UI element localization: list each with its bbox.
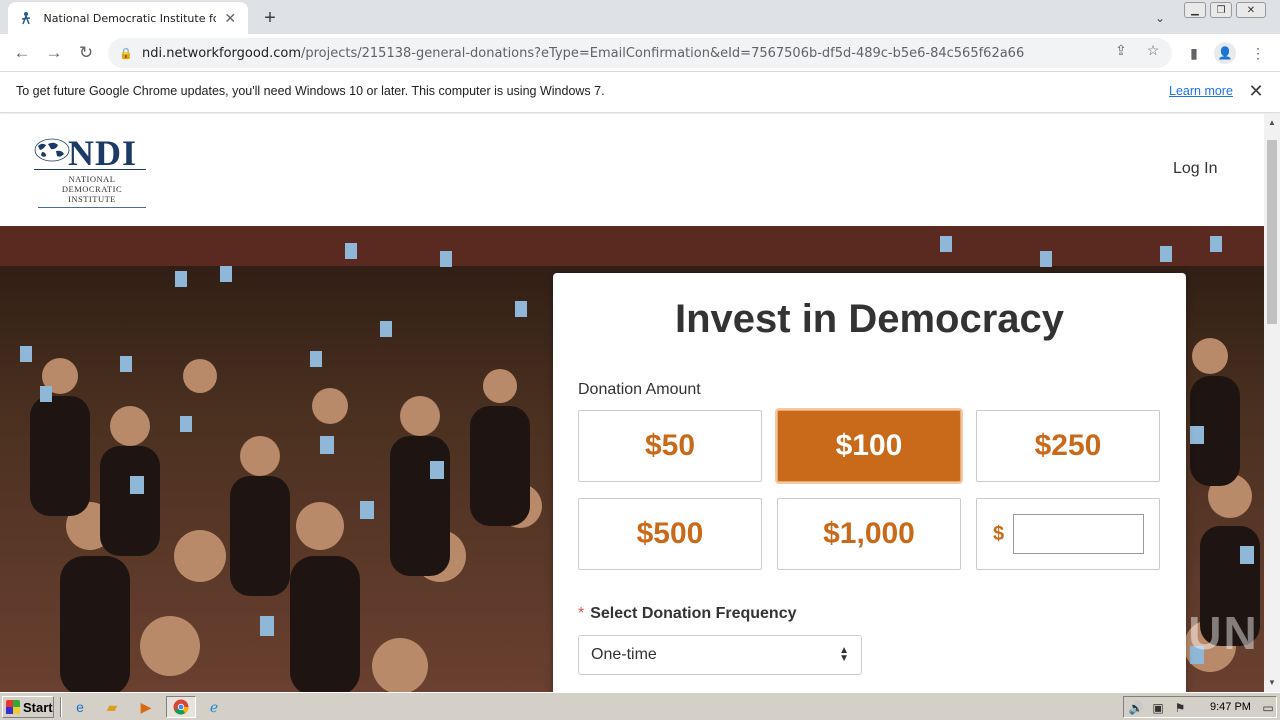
- frequency-label: * Select Donation Frequency: [578, 605, 797, 623]
- back-icon[interactable]: ←: [10, 41, 34, 65]
- web-page: NDI NATIONAL DEMOCRATIC INSTITUTE Log In: [0, 114, 1264, 692]
- volume-icon[interactable]: 🔊: [1128, 700, 1144, 716]
- url-text: ndi.networkforgood.com/projects/215138-g…: [142, 46, 1024, 61]
- bookmark-star-icon[interactable]: ☆: [1144, 41, 1162, 59]
- share-icon[interactable]: ⇪: [1112, 41, 1130, 59]
- ndi-logo[interactable]: NDI NATIONAL DEMOCRATIC INSTITUTE: [34, 132, 150, 212]
- scroll-up-icon[interactable]: ▲: [1268, 118, 1276, 127]
- tab-title: National Democratic Institute for Intern…: [43, 11, 217, 25]
- site-favicon-icon: [18, 10, 34, 26]
- url-host: ndi.networkforgood.com: [142, 45, 301, 61]
- close-tab-icon[interactable]: ✕: [222, 10, 238, 26]
- forward-icon[interactable]: →: [42, 41, 66, 65]
- infobar-message: To get future Google Chrome updates, you…: [16, 84, 605, 98]
- amount-50-button[interactable]: $50: [578, 410, 762, 482]
- logo-rule: [34, 169, 146, 170]
- learn-more-link[interactable]: Learn more: [1169, 84, 1233, 98]
- logo-underline: [38, 207, 146, 208]
- show-desktop-icon[interactable]: ▭: [1260, 700, 1276, 716]
- logo-line-3: INSTITUTE: [68, 194, 116, 204]
- login-link[interactable]: Log In: [1173, 160, 1217, 178]
- restore-button[interactable]: ❐: [1210, 2, 1232, 18]
- frequency-select[interactable]: One-time ▲ ▼: [578, 635, 862, 675]
- windows-taskbar: Start e ▰ ▶ ℯ 🔊 ▣ ⚑ 9:47 PM ▭: [0, 692, 1280, 720]
- action-center-flag-icon[interactable]: ⚑: [1172, 700, 1188, 716]
- system-tray: 🔊 ▣ ⚑ 9:47 PM ▭: [1123, 696, 1277, 718]
- taskbar-separator: [60, 697, 62, 717]
- custom-amount-input[interactable]: [1013, 514, 1144, 554]
- minimize-button[interactable]: ▁: [1184, 2, 1206, 18]
- donation-amount-label: Donation Amount: [578, 381, 701, 398]
- network-icon[interactable]: ▣: [1150, 700, 1166, 716]
- clock[interactable]: 9:47 PM: [1210, 701, 1251, 713]
- start-button[interactable]: Start: [2, 696, 54, 718]
- page-scrollbar[interactable]: ▲ ▼: [1264, 114, 1280, 692]
- browser-toolbar: ← → ↻ 🔒 ndi.networkforgood.com/projects/…: [0, 34, 1280, 72]
- address-bar[interactable]: 🔒 ndi.networkforgood.com/projects/215138…: [108, 38, 1172, 68]
- new-tab-button[interactable]: +: [258, 6, 282, 30]
- url-path: /projects/215138-general-donations?eType…: [300, 45, 1025, 61]
- logo-line-1: NATIONAL: [68, 174, 116, 184]
- logo-line-2: DEMOCRATIC: [61, 184, 123, 194]
- amount-100-button[interactable]: $100: [777, 410, 961, 482]
- ie-icon[interactable]: e: [68, 696, 92, 718]
- form-heading: Invest in Democracy: [674, 297, 1065, 341]
- tab-strip: National Democratic Institute for Intern…: [0, 0, 1280, 34]
- menu-kebab-icon[interactable]: ⋮: [1248, 43, 1268, 63]
- amount-1000-button[interactable]: $1,000: [777, 498, 961, 570]
- edge-icon[interactable]: ℯ: [202, 696, 226, 718]
- site-header: NDI NATIONAL DEMOCRATIC INSTITUTE Log In: [0, 114, 1264, 226]
- close-window-button[interactable]: ✕: [1236, 2, 1266, 18]
- globe-icon: [34, 138, 70, 162]
- select-caret-icon: ▲ ▼: [839, 645, 849, 664]
- scroll-down-icon[interactable]: ▼: [1268, 678, 1276, 687]
- required-asterisk: *: [578, 605, 585, 622]
- browser-tab[interactable]: National Democratic Institute for Intern…: [8, 2, 248, 34]
- reload-icon[interactable]: ↻: [74, 41, 98, 65]
- tab-search-icon[interactable]: ⌄: [1150, 8, 1170, 28]
- amount-250-button[interactable]: $250: [976, 410, 1160, 482]
- scrollbar-thumb[interactable]: [1267, 140, 1277, 324]
- start-label: Start: [23, 699, 53, 715]
- logo-wordmark: NDI: [68, 133, 138, 173]
- watermark: ANY RUN: [1036, 607, 1259, 659]
- custom-amount-box: $: [976, 498, 1160, 570]
- explorer-folder-icon[interactable]: ▰: [100, 696, 124, 718]
- amount-500-button[interactable]: $500: [578, 498, 762, 570]
- side-panel-icon[interactable]: ▮: [1184, 43, 1204, 63]
- lock-icon[interactable]: 🔒: [118, 45, 134, 61]
- frequency-label-text: Select Donation Frequency: [590, 605, 797, 622]
- frequency-select-value: One-time: [591, 646, 657, 663]
- profile-avatar-icon[interactable]: 👤: [1214, 42, 1236, 64]
- close-infobar-icon[interactable]: ✕: [1246, 81, 1266, 101]
- chrome-taskbar-icon[interactable]: [166, 696, 196, 718]
- update-infobar: To get future Google Chrome updates, you…: [0, 72, 1280, 113]
- custom-amount-prefix: $: [993, 523, 1005, 545]
- windows-logo-icon: [6, 700, 20, 714]
- media-player-icon[interactable]: ▶: [134, 696, 158, 718]
